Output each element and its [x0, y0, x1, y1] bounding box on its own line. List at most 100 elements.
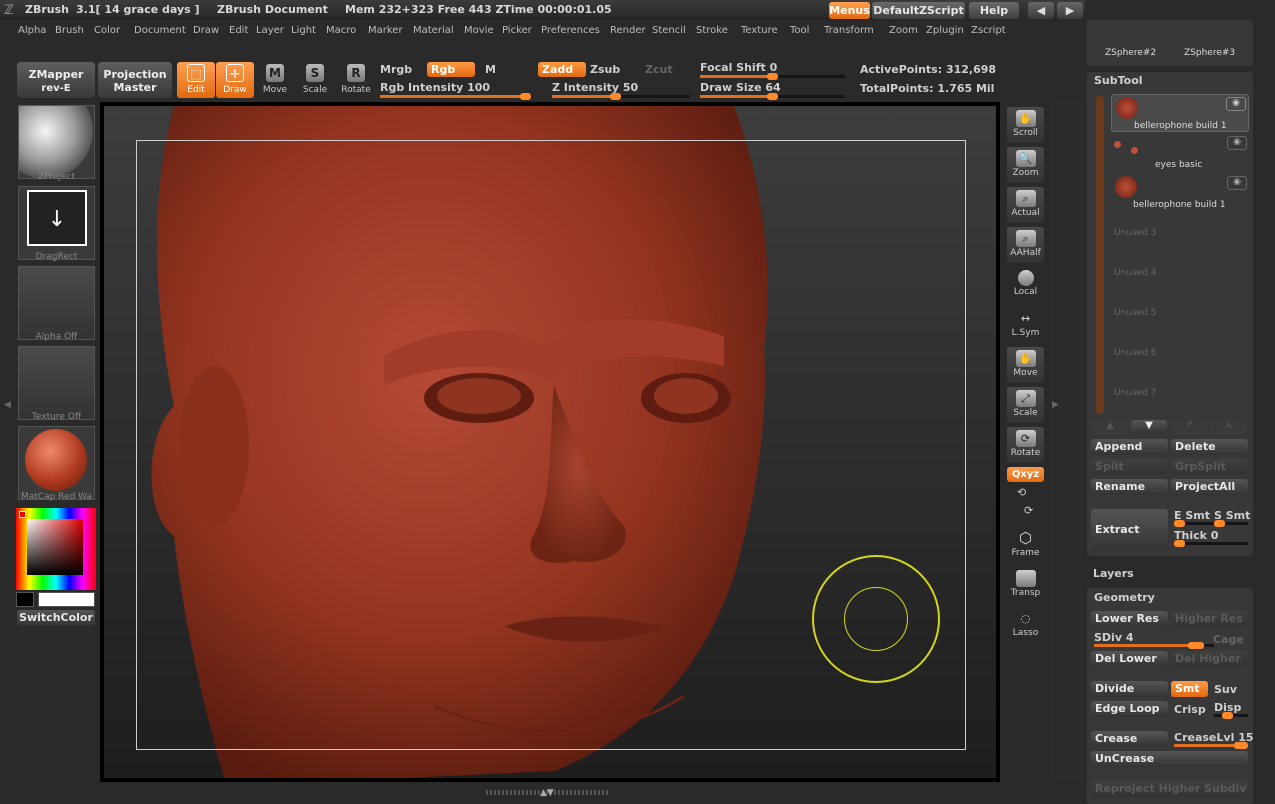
matcap-thumbnail[interactable]	[18, 426, 95, 500]
suv-toggle[interactable]: Suv	[1214, 683, 1237, 696]
move-left-icon[interactable]: ↳	[1211, 420, 1247, 434]
eye-visibility-icon[interactable]: ◉	[1227, 136, 1247, 150]
texture-thumbnail[interactable]	[18, 346, 95, 420]
menus-button[interactable]: Menus	[829, 2, 870, 19]
rgb-intensity-knob[interactable]	[520, 93, 531, 100]
scale-view-button[interactable]: ⤢ Scale	[1007, 387, 1044, 423]
switchcolor-button[interactable]: SwitchColor	[17, 610, 95, 626]
menu-draw[interactable]: Draw	[193, 25, 219, 36]
zmapper-button[interactable]: ZMapper rev-E	[17, 62, 95, 98]
delete-button[interactable]: Delete	[1171, 439, 1248, 455]
move-right-icon[interactable]: ↱	[1172, 420, 1208, 434]
menu-material[interactable]: Material	[413, 25, 454, 36]
local-button[interactable]: Local	[1007, 267, 1044, 303]
aahalf-button[interactable]: ⌕ AAHalf	[1007, 227, 1044, 263]
scroll-button[interactable]: ✋ Scroll	[1007, 107, 1044, 143]
zsub-button[interactable]: Zsub	[590, 63, 620, 76]
menu-macro[interactable]: Macro	[326, 25, 356, 36]
subtool-item-1[interactable]: ◉ bellerophone build 1	[1111, 94, 1249, 132]
crisp-toggle[interactable]: Crisp	[1174, 703, 1206, 716]
sdiv-knob[interactable]	[1188, 642, 1204, 649]
crease-button[interactable]: Crease	[1091, 731, 1168, 747]
edge-loop-button[interactable]: Edge Loop	[1091, 701, 1168, 717]
zproject-thumbnail[interactable]	[18, 105, 95, 179]
geometry-header[interactable]: Geometry	[1094, 591, 1155, 604]
actual-button[interactable]: ⌕ Actual	[1007, 187, 1044, 223]
menu-stencil[interactable]: Stencil	[652, 25, 686, 36]
rotate-y-icon[interactable]: ⟲	[1017, 486, 1026, 499]
color-gradient-square[interactable]	[27, 519, 83, 575]
m-button[interactable]: M	[485, 63, 496, 76]
menu-brush[interactable]: Brush	[55, 25, 84, 36]
rename-button[interactable]: Rename	[1091, 479, 1168, 495]
del-lower-button[interactable]: Del Lower	[1091, 651, 1168, 667]
subtool-header[interactable]: SubTool	[1094, 74, 1143, 87]
sdiv-slider[interactable]	[1094, 642, 1214, 649]
rgb-intensity-slider[interactable]	[380, 93, 532, 100]
subtool-item-8[interactable]: Unused 7	[1111, 374, 1249, 412]
subtool-item-7[interactable]: Unused 6	[1111, 334, 1249, 372]
frame-button[interactable]: ⬡ Frame	[1007, 527, 1044, 563]
zsphere-thumb-1[interactable]: ZSphere#2	[1105, 48, 1156, 58]
menu-light[interactable]: Light	[291, 25, 316, 36]
menu-zoom[interactable]: Zoom	[889, 25, 918, 36]
menu-tool[interactable]: Tool	[790, 25, 809, 36]
subtool-item-6[interactable]: Unused 5	[1111, 294, 1249, 332]
zcut-button[interactable]: Zcut	[645, 63, 673, 76]
extract-button[interactable]: Extract	[1091, 509, 1168, 551]
focal-shift-slider[interactable]	[700, 73, 845, 80]
uncrease-button[interactable]: UnCrease	[1091, 751, 1248, 767]
append-button[interactable]: Append	[1091, 439, 1168, 455]
disp-slider[interactable]	[1214, 712, 1248, 719]
color-picker[interactable]	[16, 508, 96, 590]
menu-zplugin[interactable]: Zplugin	[926, 25, 964, 36]
eye-visibility-icon[interactable]: ◉	[1227, 176, 1247, 190]
menu-movie[interactable]: Movie	[464, 25, 494, 36]
lower-res-button[interactable]: Lower Res	[1091, 611, 1168, 627]
grpsplit-button[interactable]: GrpSplit	[1171, 459, 1248, 475]
menu-document[interactable]: Document	[134, 25, 186, 36]
menu-layer[interactable]: Layer	[256, 25, 284, 36]
left-collapse-icon[interactable]: ◀	[4, 400, 11, 414]
expand-bottom-icon[interactable]: ▲▼	[540, 788, 554, 798]
lasso-button[interactable]: ◌ Lasso	[1007, 607, 1044, 643]
subtool-item-4[interactable]: Unused 3	[1111, 214, 1249, 252]
rotate-tool-button[interactable]: R Rotate	[337, 62, 375, 98]
menu-preferences[interactable]: Preferences	[541, 25, 600, 36]
menu-color[interactable]: Color	[94, 25, 120, 36]
dragrect-thumbnail[interactable]: ↓	[18, 186, 95, 260]
subtool-item-5[interactable]: Unused 4	[1111, 254, 1249, 292]
menu-edit[interactable]: Edit	[229, 25, 248, 36]
reproject-higher-subdiv-button[interactable]: Reproject Higher Subdiv	[1091, 781, 1248, 797]
subtool-scrollbar[interactable]	[1096, 96, 1104, 414]
default-zscript-button[interactable]: DefaultZScript	[872, 2, 965, 19]
creaselvl-slider[interactable]	[1174, 742, 1248, 749]
z-intensity-slider[interactable]	[552, 93, 690, 100]
lsym-button[interactable]: ↔ L.Sym	[1007, 307, 1044, 343]
zadd-button[interactable]: Zadd	[538, 62, 586, 77]
arrow-up-icon[interactable]: ▲	[1092, 420, 1128, 434]
xyz-axis-button[interactable]: Qxyz	[1007, 467, 1044, 482]
rgb-button[interactable]: Rgb	[427, 62, 475, 77]
menu-picker[interactable]: Picker	[502, 25, 532, 36]
zsphere-thumb-2[interactable]: ZSphere#3	[1184, 48, 1235, 58]
thick-knob[interactable]	[1174, 540, 1185, 547]
menu-stroke[interactable]: Stroke	[696, 25, 728, 36]
e-smt-knob[interactable]	[1174, 520, 1185, 527]
menu-zscript[interactable]: Zscript	[971, 25, 1006, 36]
menu-alpha[interactable]: Alpha	[18, 25, 46, 36]
arrow-down-icon[interactable]: ▼	[1131, 420, 1167, 434]
help-button[interactable]: Help	[969, 2, 1019, 19]
disp-knob[interactable]	[1222, 712, 1233, 719]
projectall-button[interactable]: ProjectAll	[1171, 479, 1248, 495]
mrgb-button[interactable]: Mrgb	[380, 63, 412, 76]
cage-button[interactable]: Cage	[1213, 633, 1244, 646]
projection-master-button[interactable]: Projection Master	[98, 62, 172, 98]
menu-render[interactable]: Render	[610, 25, 646, 36]
menu-texture[interactable]: Texture	[741, 25, 778, 36]
move-view-button[interactable]: ✋ Move	[1007, 347, 1044, 383]
edit-tool-button[interactable]: ⬚ Edit	[177, 62, 215, 98]
secondary-color-swatch[interactable]	[16, 592, 34, 607]
subtool-item-2[interactable]: ◉ eyes basic	[1111, 134, 1249, 172]
scroll-left-icon[interactable]: ◀	[1028, 2, 1054, 19]
